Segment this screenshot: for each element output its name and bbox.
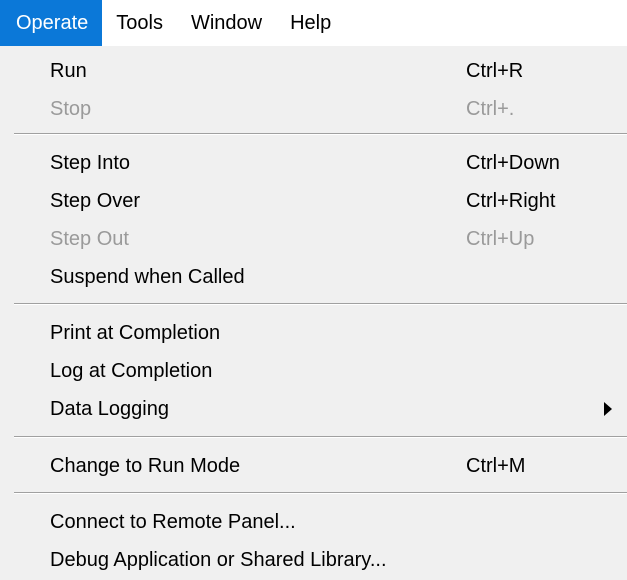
menu-item-stop: Stop Ctrl+.	[0, 90, 627, 128]
menu-item-data-logging[interactable]: Data Logging	[0, 390, 627, 428]
menu-item-shortcut: Ctrl+.	[466, 97, 515, 120]
menu-item-label: Suspend when Called	[50, 265, 245, 288]
operate-dropdown-menu: Run Ctrl+R Stop Ctrl+. Step Into Ctrl+Do…	[0, 46, 627, 580]
menu-item-label: Stop	[50, 97, 92, 120]
menu-item-debug-application[interactable]: Debug Application or Shared Library...	[0, 541, 627, 579]
menu-item-label: Log at Completion	[50, 359, 213, 382]
menu-item-label: Step Over	[50, 189, 141, 212]
menu-item-label: Debug Application or Shared Library...	[50, 548, 387, 571]
menu-item-step-into[interactable]: Step Into Ctrl+Down	[0, 144, 627, 182]
menu-item-label: Run	[50, 59, 87, 82]
menu-separator	[14, 133, 627, 135]
menu-tools[interactable]: Tools	[102, 0, 177, 46]
menu-item-connect-to-remote-panel[interactable]: Connect to Remote Panel...	[0, 503, 627, 541]
triangle-right-icon	[604, 402, 612, 416]
menu-help[interactable]: Help	[276, 0, 345, 46]
menu-separator	[14, 492, 627, 494]
menu-item-shortcut: Ctrl+Down	[466, 151, 560, 174]
menu-item-label: Step Out	[50, 227, 129, 250]
menu-item-shortcut: Ctrl+Up	[466, 227, 535, 250]
menu-separator	[14, 303, 627, 305]
menu-separator	[14, 436, 627, 438]
menu-item-suspend-when-called[interactable]: Suspend when Called	[0, 258, 627, 296]
menu-item-change-to-run-mode[interactable]: Change to Run Mode Ctrl+M	[0, 447, 627, 485]
menu-item-step-over[interactable]: Step Over Ctrl+Right	[0, 182, 627, 220]
menu-item-print-at-completion[interactable]: Print at Completion	[0, 314, 627, 352]
menu-item-step-out: Step Out Ctrl+Up	[0, 220, 627, 258]
menu-item-label: Data Logging	[50, 397, 169, 420]
menu-item-shortcut: Ctrl+Right	[466, 189, 556, 212]
menu-item-label: Step Into	[50, 151, 131, 174]
menu-item-shortcut: Ctrl+R	[466, 59, 524, 82]
menu-bar: Operate Tools Window Help	[0, 0, 627, 46]
menu-item-run[interactable]: Run Ctrl+R	[0, 52, 627, 90]
menu-item-log-at-completion[interactable]: Log at Completion	[0, 352, 627, 390]
menu-item-label: Change to Run Mode	[50, 454, 241, 477]
menu-window[interactable]: Window	[177, 0, 276, 46]
menu-operate[interactable]: Operate	[0, 0, 103, 46]
menu-item-label: Connect to Remote Panel...	[50, 510, 296, 533]
menu-item-label: Print at Completion	[50, 321, 221, 344]
menu-item-shortcut: Ctrl+M	[466, 454, 526, 477]
